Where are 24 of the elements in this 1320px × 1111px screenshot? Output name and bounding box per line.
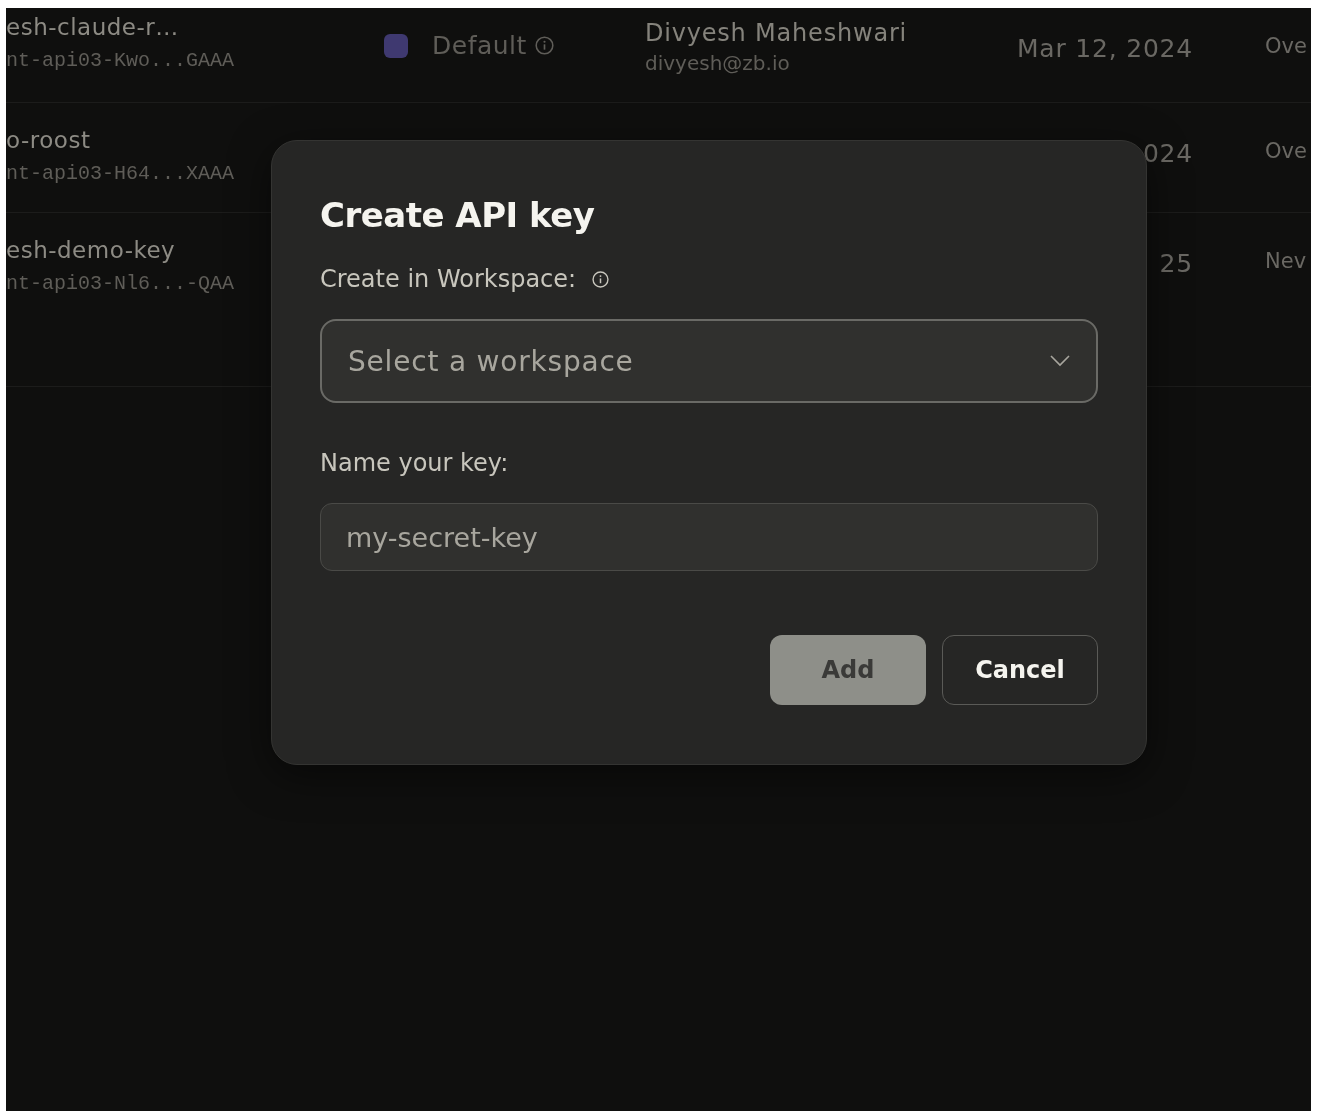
key-value: nt-api03-H64...XAAA xyxy=(6,161,235,187)
table-cell: Ove xyxy=(1265,139,1307,163)
info-icon xyxy=(592,270,610,288)
key-name: esh-claude-r… xyxy=(6,13,179,42)
key-name: esh-demo-key xyxy=(6,236,176,265)
cancel-button[interactable]: Cancel xyxy=(942,635,1098,705)
table-cell: Nev xyxy=(1265,249,1307,273)
key-name-field[interactable]: my-secret-key xyxy=(320,503,1098,571)
table-cell: Ove xyxy=(1265,34,1307,58)
owner-name: Divyesh Maheshwari xyxy=(645,18,909,48)
workspace-name: Default xyxy=(432,30,527,62)
key-value: nt-api03-Kwo...GAAA xyxy=(6,48,235,74)
created-date: 25 xyxy=(1159,249,1193,278)
info-icon xyxy=(534,36,554,55)
field-label: Name your key: xyxy=(320,448,510,479)
owner-email: divyesh@zb.io xyxy=(645,50,791,76)
created-date: 024 xyxy=(1142,139,1193,168)
created-date: Mar 12, 2024 xyxy=(1016,34,1193,63)
key-value: nt-api03-Nl6...-QAA xyxy=(6,271,235,297)
workspace-dropdown[interactable]: Select a workspace xyxy=(320,319,1098,403)
dialog-title: Create API key xyxy=(320,194,596,237)
chevron-down-icon xyxy=(1050,355,1070,367)
key-name: o-roost xyxy=(6,126,91,155)
field-label: Create in Workspace: xyxy=(320,264,577,295)
